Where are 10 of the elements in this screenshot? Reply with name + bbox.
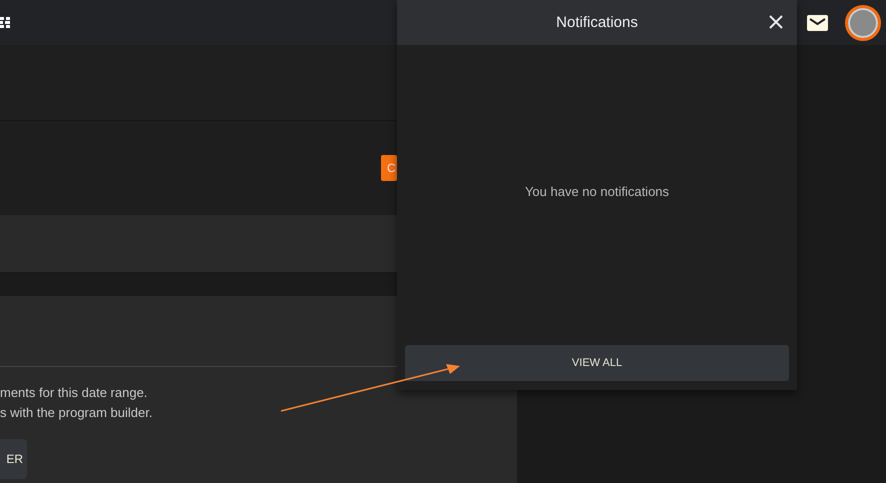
program-builder-button[interactable]: ER: [0, 439, 27, 479]
empty-state-text: s with the program builder.: [0, 405, 154, 421]
empty-message: You have no notifications: [524, 184, 670, 201]
close-icon[interactable]: [769, 15, 783, 29]
empty-state-text: ments for this date range.: [0, 385, 148, 401]
grid-icon[interactable]: [0, 16, 10, 28]
mail-icon[interactable]: [807, 14, 828, 30]
avatar[interactable]: [845, 4, 881, 40]
view-all-button[interactable]: VIEW ALL: [405, 345, 789, 381]
panel-title: Notifications: [556, 14, 638, 31]
